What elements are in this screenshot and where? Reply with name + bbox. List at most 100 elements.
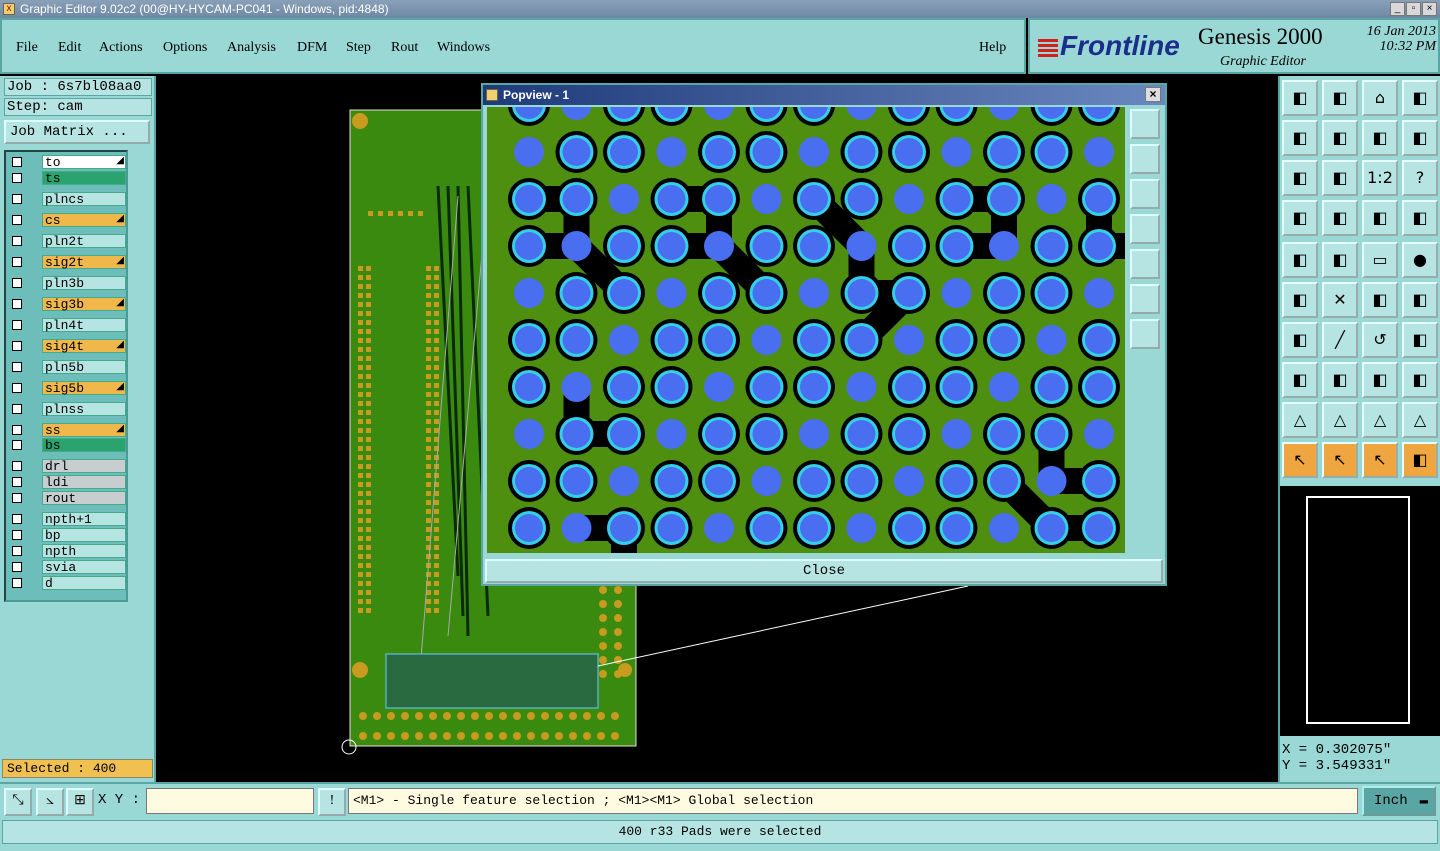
cluster-button[interactable]: ◧ — [1402, 362, 1438, 398]
layer-checkbox[interactable] — [12, 173, 22, 183]
layer-name[interactable]: svia — [42, 560, 126, 574]
layer-checkbox[interactable] — [12, 562, 22, 572]
popview-zoom-out-icon[interactable] — [1130, 284, 1160, 314]
delete-button[interactable]: ✕ — [1322, 282, 1358, 318]
layer-checkbox[interactable] — [12, 530, 22, 540]
net-highlight-button[interactable]: ◧ — [1402, 200, 1438, 236]
layer-name[interactable]: d — [42, 576, 126, 590]
layer-name[interactable]: sig2t — [42, 255, 126, 269]
popview-close-x-button[interactable]: × — [1145, 87, 1161, 102]
layer-row[interactable]: rout — [8, 491, 126, 505]
reshape-button[interactable]: ◧ — [1322, 242, 1358, 278]
job-matrix-button[interactable]: Job Matrix ... — [4, 120, 150, 144]
layer-name[interactable]: ts — [42, 171, 126, 185]
layer-name[interactable]: sig4t — [42, 339, 126, 353]
triangle-c-button[interactable]: △ — [1362, 402, 1398, 438]
layer-row[interactable]: npth+1 — [8, 512, 126, 526]
layer-row[interactable]: drl — [8, 459, 126, 473]
layer-checkbox[interactable] — [12, 341, 22, 351]
layer-row[interactable]: ss ◢ — [8, 423, 126, 437]
layer-name[interactable]: plnss — [42, 402, 126, 416]
layer-checkbox[interactable] — [12, 320, 22, 330]
layer-name[interactable]: bs — [42, 438, 126, 452]
layer-name[interactable]: bp — [42, 528, 126, 542]
layer-row[interactable]: pln5b — [8, 360, 126, 374]
triangle-b-button[interactable]: △ — [1322, 402, 1358, 438]
select-pointer-button[interactable]: ↖ — [1322, 442, 1358, 478]
layer-checkbox[interactable] — [12, 157, 22, 167]
layer-row[interactable]: ldi — [8, 475, 126, 489]
layer-row[interactable]: sig5b ◢ — [8, 381, 126, 395]
layer-checkbox[interactable] — [12, 236, 22, 246]
layer-name[interactable]: plncs — [42, 192, 126, 206]
scale-1-2-button[interactable]: 1:2 — [1362, 160, 1398, 196]
menu-options[interactable]: Options — [163, 40, 207, 56]
layer-name[interactable]: sig5b — [42, 381, 126, 395]
layer-checkbox[interactable] — [12, 278, 22, 288]
close-window-button[interactable]: × — [1422, 2, 1437, 16]
popview-zoom-in-icon[interactable] — [1130, 319, 1160, 349]
alert-icon[interactable]: ! — [318, 788, 346, 816]
layer-checkbox[interactable] — [12, 404, 22, 414]
menu-help[interactable]: Help — [979, 40, 1006, 56]
line-button[interactable]: ╱ — [1322, 322, 1358, 358]
zoom-fit-button[interactable]: ◧ — [1282, 160, 1318, 196]
layer-name[interactable]: drl — [42, 459, 126, 473]
layer-checkbox[interactable] — [12, 257, 22, 267]
help-button[interactable]: ? — [1402, 160, 1438, 196]
move-node-button[interactable]: ◧ — [1362, 282, 1398, 318]
prev-button[interactable]: ◧ — [1282, 120, 1318, 156]
layer-row[interactable]: sig4t ◢ — [8, 339, 126, 353]
menu-edit[interactable]: Edit — [58, 40, 81, 56]
popview-pan-down-icon[interactable] — [1130, 179, 1160, 209]
layer-name[interactable]: sig3b — [42, 297, 126, 311]
triangle-a-button[interactable]: △ — [1282, 402, 1318, 438]
route-button[interactable]: ◧ — [1402, 442, 1438, 478]
menu-file[interactable]: File — [16, 40, 38, 56]
mirror-button[interactable]: ◧ — [1402, 322, 1438, 358]
layer-checkbox[interactable] — [12, 194, 22, 204]
overview-preview[interactable] — [1280, 486, 1440, 736]
flip-button[interactable]: ◧ — [1402, 120, 1438, 156]
popview-close-button[interactable]: Close — [485, 559, 1163, 583]
layer-row[interactable]: pln2t — [8, 234, 126, 248]
layer-checkbox[interactable] — [12, 578, 22, 588]
layer-down-button[interactable]: ◧ — [1322, 80, 1358, 116]
units-select[interactable]: Inch ▬ — [1362, 786, 1436, 816]
next-button[interactable]: ◧ — [1322, 120, 1358, 156]
split-view-button[interactable]: ◧ — [1402, 80, 1438, 116]
pad-select-button[interactable]: ◧ — [1282, 362, 1318, 398]
layer-checkbox[interactable] — [12, 383, 22, 393]
layer-row[interactable]: cs ◢ — [8, 213, 126, 227]
arc-button[interactable]: ↺ — [1362, 322, 1398, 358]
snap-icon[interactable]: ⤡ — [4, 788, 32, 816]
layer-name[interactable]: rout — [42, 491, 126, 505]
xy-input[interactable] — [146, 788, 314, 814]
triangle-d-button[interactable]: △ — [1402, 402, 1438, 438]
layer-name[interactable]: npth — [42, 544, 126, 558]
pad-button[interactable]: ● — [1402, 242, 1438, 278]
layer-row[interactable]: sig2t ◢ — [8, 255, 126, 269]
layer-name[interactable]: pln2t — [42, 234, 126, 248]
angle-button[interactable]: ◧ — [1282, 322, 1318, 358]
layer-row[interactable]: sig3b ◢ — [8, 297, 126, 311]
layer-checkbox[interactable] — [12, 440, 22, 450]
home-button[interactable]: ⌂ — [1362, 80, 1398, 116]
layer-name[interactable]: npth+1 — [42, 512, 126, 526]
layer-checkbox[interactable] — [12, 461, 22, 471]
minimize-button[interactable]: _ — [1390, 2, 1405, 16]
popview-pan-up-icon[interactable] — [1130, 144, 1160, 174]
measure-icon[interactable]: ⦣ — [36, 788, 64, 816]
popview-pan-right-icon[interactable] — [1130, 249, 1160, 279]
popview-zoom-view[interactable] — [487, 107, 1125, 553]
layer-row[interactable]: svia — [8, 560, 126, 574]
layer-up-button[interactable]: ◧ — [1282, 80, 1318, 116]
layer-checkbox[interactable] — [12, 546, 22, 556]
popview-pan-left-icon[interactable] — [1130, 214, 1160, 244]
attribute-button[interactable]: ◧ — [1362, 362, 1398, 398]
pointer-button[interactable]: ↖ — [1282, 442, 1318, 478]
ruler-button[interactable]: ▭ — [1362, 242, 1398, 278]
add-feature-button[interactable]: ◧ — [1282, 242, 1318, 278]
cursor-button[interactable]: ↖ — [1362, 442, 1398, 478]
layer-row[interactable]: plnss — [8, 402, 126, 416]
